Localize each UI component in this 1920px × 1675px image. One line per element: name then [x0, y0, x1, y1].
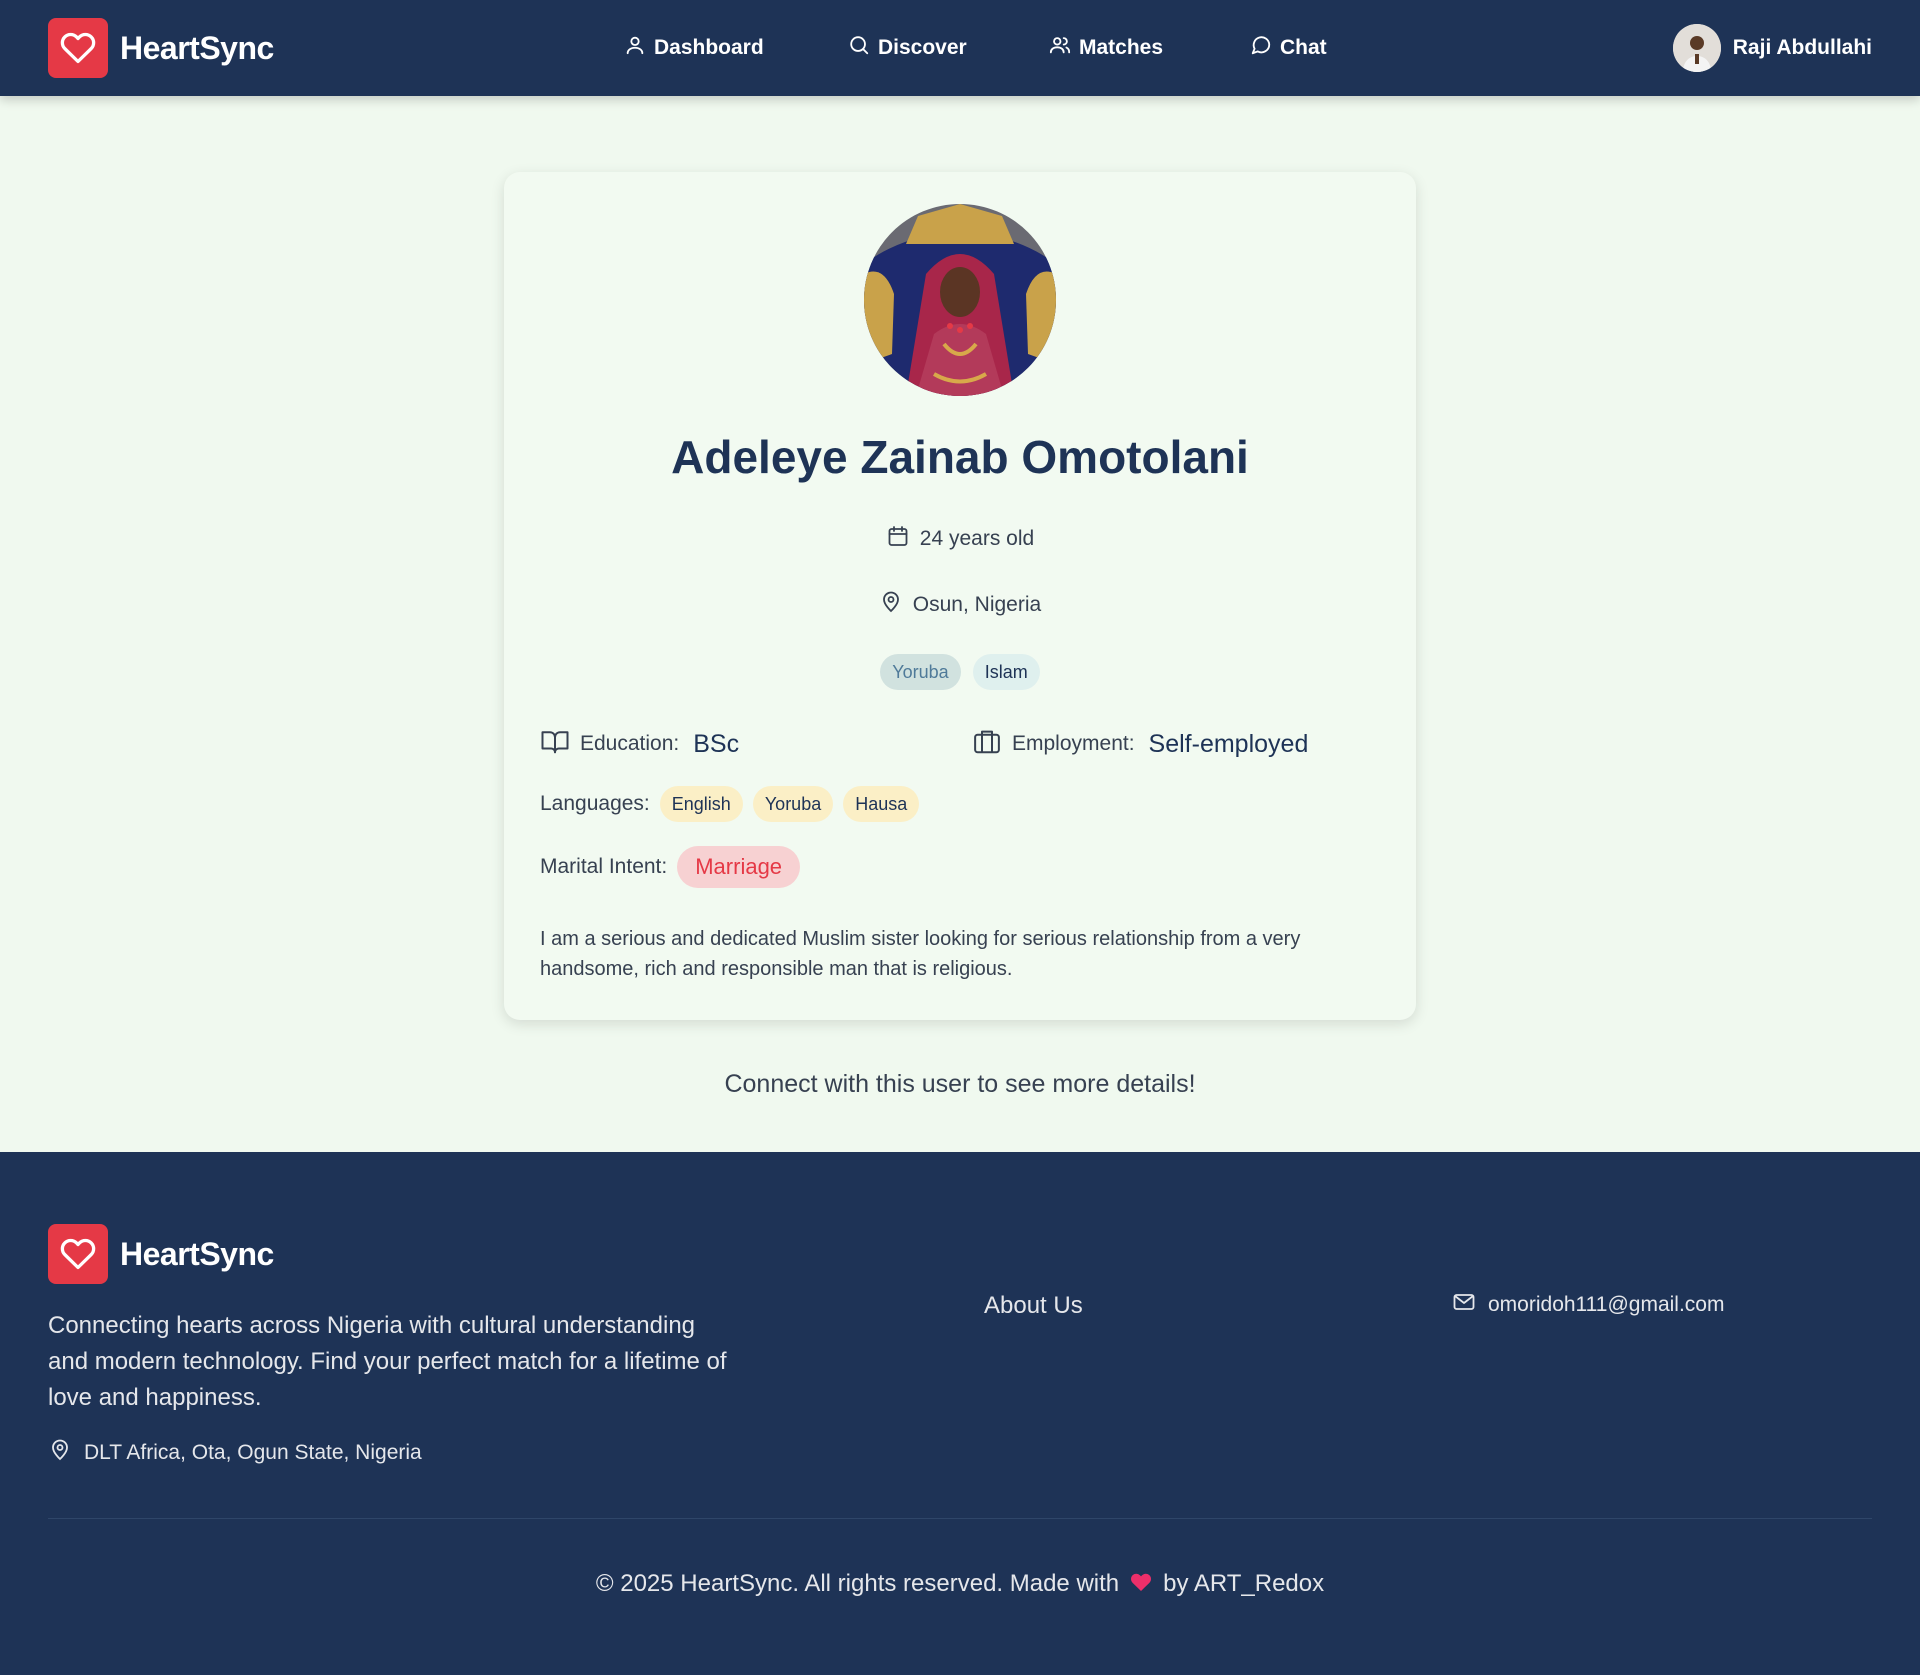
- languages-label: Languages:: [540, 792, 650, 815]
- age-text: 24 years old: [919, 527, 1035, 550]
- profile-tags: Yoruba Islam: [504, 654, 1416, 690]
- nav-discover[interactable]: Discover: [848, 30, 967, 66]
- footer-address: DLT Africa, Ota, Ogun State, Nigeria: [48, 1438, 422, 1468]
- map-pin-icon: [48, 1438, 72, 1468]
- languages-field: Languages: English Yoruba Hausa: [540, 786, 920, 822]
- connect-message: Connect with this user to see more detai…: [724, 1070, 1196, 1098]
- avatar: [1672, 24, 1721, 72]
- profile-card: Adeleye Zainab Omotolani 24 years old Os…: [504, 172, 1416, 1020]
- footer-divider: [48, 1518, 1872, 1519]
- employment-value: Self-employed: [1148, 729, 1309, 758]
- profile-name: Adeleye Zainab Omotolani: [671, 431, 1249, 483]
- user-menu[interactable]: Raji Abdullahi: [1672, 24, 1872, 72]
- user-name: Raji Abdullahi: [1732, 36, 1872, 59]
- calendar-icon: [886, 524, 910, 554]
- education-label: Education:: [580, 732, 680, 755]
- users-icon: [1049, 34, 1071, 62]
- brand-logo-link[interactable]: HeartSync: [48, 18, 274, 78]
- book-open-icon: [540, 726, 570, 762]
- nav-matches[interactable]: Matches: [1049, 30, 1163, 66]
- language-pill: English: [659, 786, 743, 822]
- heart-icon: [48, 18, 108, 78]
- tribe-tag: Yoruba: [880, 654, 961, 690]
- copyright-text-after: by ART_Redox: [1163, 1570, 1325, 1597]
- nav-dashboard-label: Dashboard: [654, 36, 764, 59]
- footer-address-text: DLT Africa, Ota, Ogun State, Nigeria: [84, 1441, 422, 1464]
- education-value: BSc: [693, 729, 740, 758]
- location-text: Osun, Nigeria: [912, 593, 1042, 616]
- heart-icon: [1129, 1570, 1153, 1601]
- footer-email[interactable]: omoridoh111@gmail.com: [1452, 1290, 1724, 1320]
- footer-brand: HeartSync: [48, 1224, 274, 1284]
- profile-photo: [864, 204, 1056, 396]
- marital-intent-field: Marital Intent: Marriage: [540, 846, 801, 888]
- nav-dashboard[interactable]: Dashboard: [624, 30, 764, 66]
- location-row: Osun, Nigeria: [504, 590, 1416, 620]
- language-pill: Hausa: [843, 786, 920, 822]
- message-circle-icon: [1250, 34, 1272, 62]
- language-pill: Yoruba: [752, 786, 834, 822]
- education-field: Education: BSc: [540, 726, 739, 762]
- footer-email-text: omoridoh111@gmail.com: [1488, 1293, 1725, 1316]
- copyright-text-before: © 2025 HeartSync. All rights reserved. M…: [595, 1570, 1120, 1597]
- footer-brand-name: HeartSync: [120, 1235, 274, 1272]
- profile-bio: I am a serious and dedicated Muslim sist…: [540, 928, 1301, 980]
- religion-tag: Islam: [972, 654, 1040, 690]
- user-icon: [624, 34, 646, 62]
- briefcase-icon: [972, 726, 1002, 762]
- brand-name: HeartSync: [120, 29, 274, 66]
- nav-discover-label: Discover: [878, 36, 967, 59]
- about-us-link[interactable]: About Us: [984, 1292, 1083, 1320]
- mail-icon: [1452, 1290, 1476, 1320]
- nav-chat-label: Chat: [1280, 36, 1327, 59]
- employment-label: Employment:: [1012, 732, 1135, 755]
- footer-description: Connecting hearts across Nigeria with cu…: [48, 1312, 727, 1411]
- marital-intent-label: Marital Intent:: [540, 855, 668, 878]
- top-navbar: HeartSync Dashboard Discover Matches Cha…: [0, 0, 1920, 96]
- employment-field: Employment: Self-employed: [972, 726, 1308, 762]
- footer: HeartSync Connecting hearts across Niger…: [0, 1152, 1920, 1675]
- copyright: © 2025 HeartSync. All rights reserved. M…: [0, 1570, 1920, 1601]
- nav-chat[interactable]: Chat: [1250, 30, 1327, 66]
- search-icon: [848, 34, 870, 62]
- age-row: 24 years old: [504, 524, 1416, 554]
- map-pin-icon: [879, 590, 903, 620]
- heart-icon: [48, 1224, 108, 1284]
- marital-intent-badge: Marriage: [677, 846, 801, 888]
- nav-matches-label: Matches: [1079, 36, 1164, 59]
